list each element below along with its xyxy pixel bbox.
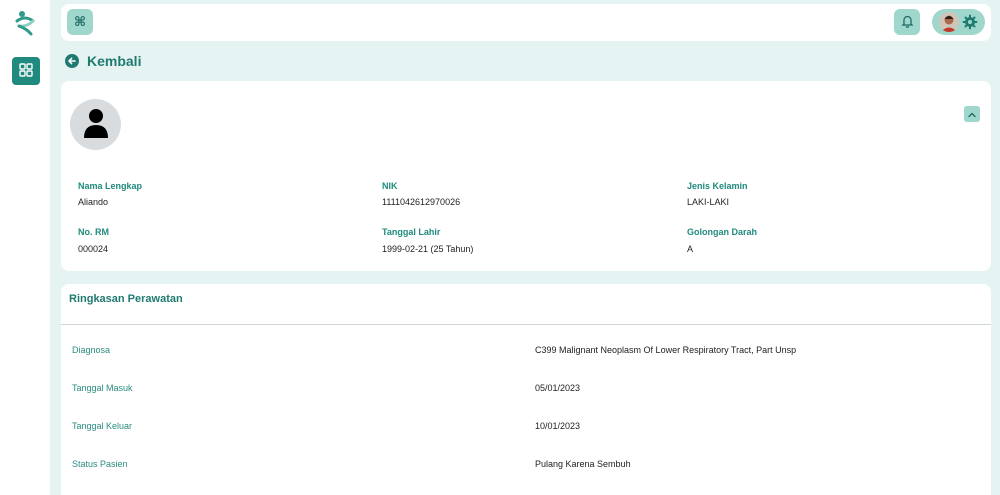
gear-icon — [962, 14, 978, 30]
field-value-nama-lengkap: Aliando — [78, 197, 109, 207]
field-label-jenis-kelamin: Jenis Kelamin — [687, 181, 748, 191]
notification-button[interactable] — [894, 9, 920, 35]
field-value-tanggal-lahir: 1999-02-21 (25 Tahun) — [382, 244, 474, 254]
bell-icon — [900, 13, 914, 32]
summary-label-diagnosa: Diagnosa — [72, 345, 111, 355]
chevron-up-icon — [967, 105, 977, 124]
top-bar: ⌘ — [61, 4, 991, 41]
summary-label-tanggal-masuk: Tanggal Masuk — [72, 383, 133, 393]
field-label-golongan-darah: Golongan Darah — [687, 227, 758, 237]
field-value-jenis-kelamin: LAKI-LAKI — [687, 197, 730, 207]
user-menu-button[interactable] — [932, 9, 985, 35]
dashboard-grid-icon — [19, 62, 33, 81]
field-label-nik: NIK — [382, 181, 398, 191]
field-label-tanggal-lahir: Tanggal Lahir — [382, 227, 441, 237]
patient-profile-card: Nama Lengkap Aliando NIK 111104261297002… — [61, 81, 991, 271]
user-icon — [83, 108, 109, 142]
back-button[interactable]: Kembali — [65, 53, 141, 69]
profile-avatar — [70, 99, 121, 150]
treatment-summary-card: Ringkasan Perawatan Diagnosa C399 Malign… — [61, 284, 991, 495]
summary-value-status-pasien: Pulang Karena Sembuh — [535, 459, 631, 469]
collapse-button[interactable] — [964, 106, 980, 122]
field-label-nama-lengkap: Nama Lengkap — [78, 181, 143, 191]
field-label-no-rm: No. RM — [78, 227, 109, 237]
summary-value-tanggal-masuk: 05/01/2023 — [535, 383, 581, 393]
divider — [61, 324, 991, 325]
app-logo-icon[interactable] — [13, 9, 39, 37]
field-value-nik: 1111042612970026 — [382, 197, 461, 207]
field-value-golongan-darah: A — [687, 244, 694, 254]
sidebar — [0, 0, 50, 495]
field-value-no-rm: 000024 — [78, 244, 109, 254]
command-icon: ⌘ — [73, 14, 87, 30]
arrow-left-icon — [65, 54, 79, 68]
summary-label-tanggal-keluar: Tanggal Keluar — [72, 421, 133, 431]
command-button[interactable]: ⌘ — [67, 9, 93, 35]
summary-label-status-pasien: Status Pasien — [72, 459, 128, 469]
avatar — [939, 12, 959, 32]
section-title: Ringkasan Perawatan — [69, 293, 183, 305]
back-label: Kembali — [87, 53, 142, 69]
sidebar-item-dashboard[interactable] — [12, 57, 40, 85]
summary-value-diagnosa: C399 Malignant Neoplasm Of Lower Respira… — [535, 345, 797, 355]
summary-value-tanggal-keluar: 10/01/2023 — [535, 421, 581, 431]
